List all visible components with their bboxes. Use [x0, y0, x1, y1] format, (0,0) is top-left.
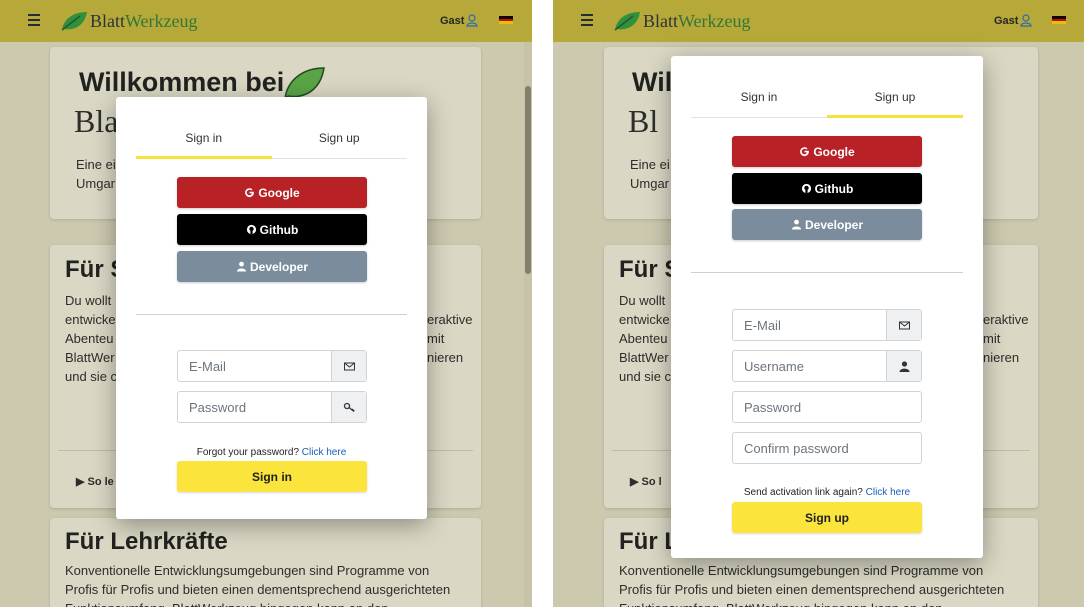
signin-dialog: Sign in Sign up Google Github Developer …	[116, 97, 427, 519]
google-label: Google	[813, 144, 855, 159]
signup-dialog: Sign in Sign up Google Github Developer	[671, 56, 983, 558]
envelope-icon	[886, 310, 921, 340]
tab-signin[interactable]: Sign in	[691, 73, 827, 117]
password-field	[177, 391, 367, 423]
email-field	[177, 350, 367, 382]
github-label: Github	[814, 181, 854, 196]
username-input[interactable]	[733, 351, 886, 381]
user-icon	[791, 219, 802, 230]
github-icon	[246, 224, 256, 235]
activation-link-text: Send activation link again? Click here	[743, 487, 911, 498]
developer-signin-button[interactable]: Developer	[177, 251, 367, 282]
signup-submit-button[interactable]: Sign up	[732, 502, 922, 533]
auth-tabs: Sign in Sign up	[691, 73, 963, 118]
forgot-password-text: Forgot your password? Click here	[196, 447, 347, 458]
tab-signin[interactable]: Sign in	[136, 114, 272, 159]
user-icon	[236, 261, 247, 272]
password-input[interactable]	[178, 392, 331, 422]
github-signin-button[interactable]: Github	[177, 214, 367, 245]
google-signin-button[interactable]: Google	[177, 177, 367, 208]
developer-label: Developer	[249, 259, 309, 274]
signup-screen: BlattWerkzeug Gast Willkommen bei Bl Ein…	[553, 0, 1084, 607]
google-label: Google	[258, 185, 300, 200]
envelope-icon	[331, 351, 366, 381]
github-label: Github	[259, 222, 299, 237]
developer-signup-button[interactable]: Developer	[732, 209, 922, 240]
signin-screen: BlattWerkzeug Gast Willkommen bei Bla Ei…	[0, 0, 532, 607]
user-icon	[886, 351, 921, 381]
section-divider	[136, 314, 407, 315]
google-signup-button[interactable]: Google	[732, 136, 922, 167]
email-input[interactable]	[733, 310, 886, 340]
developer-label: Developer	[804, 217, 864, 232]
email-field	[732, 309, 922, 341]
email-input[interactable]	[178, 351, 331, 381]
github-signup-button[interactable]: Github	[732, 173, 922, 204]
github-icon	[801, 183, 811, 194]
key-icon	[331, 392, 366, 422]
section-divider	[691, 272, 963, 273]
confirm-password-field	[732, 432, 922, 464]
activation-link[interactable]: Click here	[866, 487, 910, 498]
tab-signup[interactable]: Sign up	[827, 73, 963, 118]
tab-signup[interactable]: Sign up	[272, 114, 408, 158]
password-input[interactable]	[733, 392, 921, 422]
google-icon	[245, 188, 255, 198]
google-icon	[800, 147, 810, 157]
confirm-password-input[interactable]	[733, 433, 921, 463]
username-field	[732, 350, 922, 382]
password-field	[732, 391, 922, 423]
forgot-password-link[interactable]: Click here	[302, 447, 346, 458]
signin-submit-button[interactable]: Sign in	[177, 461, 367, 492]
auth-tabs: Sign in Sign up	[136, 114, 407, 159]
